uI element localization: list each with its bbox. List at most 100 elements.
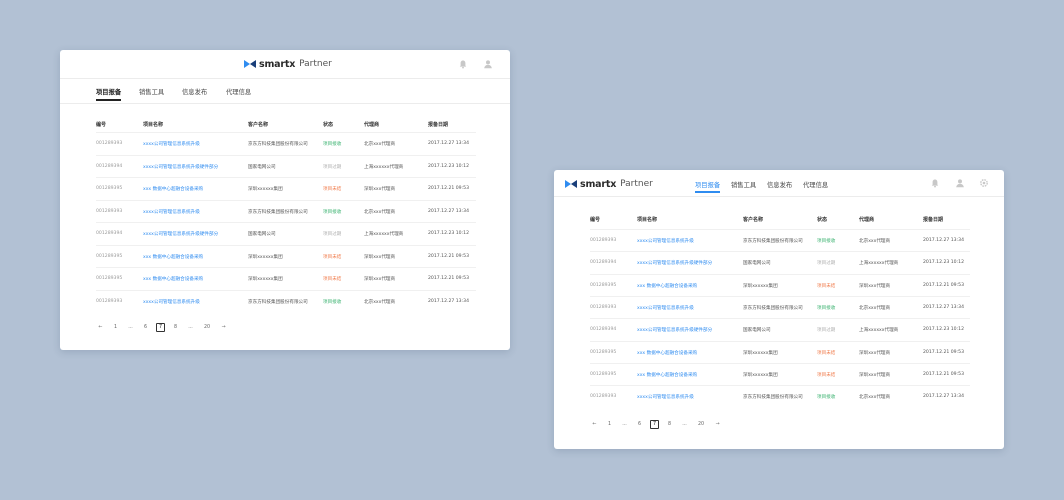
cell-project-name-link[interactable]: xxxx公司管理信息系统升级 [637,305,694,311]
cell-agent: 深圳xxx代理商 [859,283,891,289]
cell-status-badge: 项目过期 [323,164,342,170]
cell-status-badge: 项目接收 [323,142,342,148]
table-row[interactable]: 001289393 xxxx公司管理信息系统升级 京东方科技集团股份有限公司 项目接收… [590,385,970,408]
brand-logo[interactable]: smartx Partner [565,178,653,190]
cell-status-badge: 项目未结 [323,187,342,193]
tab-project-report[interactable]: 项目报备 [96,87,122,101]
bell-icon[interactable] [930,178,940,188]
cell-project-name-link[interactable]: xxxx公司管理信息系统升级硬件部分 [143,164,218,170]
cell-date: 2017.12.23 10:12 [923,327,965,333]
user-icon[interactable] [955,178,965,188]
col-customer-header: 客户名称 [743,217,764,223]
cell-date: 2017.12.27 13:34 [923,394,965,400]
cell-agent: 上海xxxxxx代理商 [364,164,404,170]
cell-project-name-link[interactable]: xxx 数据中心超融合设备采购 [143,254,203,260]
cell-project-name-link[interactable]: xxxx公司管理信息系统升级硬件部分 [637,327,712,333]
pagination-ellipsis: ... [188,325,193,330]
pagination-prev-arrow[interactable]: ← [590,420,599,429]
user-icon[interactable] [483,59,493,69]
brand-suffix: Partner [620,179,653,189]
table-row[interactable]: 001289394 xxxx公司管理信息系统升级硬件部分 国家电网公司 项目过期 上海x… [590,318,970,341]
cell-agent: 北京xxx代理商 [364,299,396,305]
table-row[interactable]: 001289393 xxxx公司管理信息系统升级 京东方科技集团股份有限公司 项目接收… [590,295,970,319]
settings-icon[interactable] [979,178,989,188]
table-row[interactable]: 001289394 xxxx公司管理信息系统升级硬件部分 国家电网公司 项目过期 上海x… [96,222,476,246]
cell-project-name-link[interactable]: xxx 数据中心超融合设备采购 [637,372,697,378]
tab-info-publish[interactable]: 信息发布 [767,180,792,189]
cell-date: 2017.12.27 13:34 [923,238,965,244]
cell-project-name-link[interactable]: xxx 数据中心超融合设备采购 [637,283,697,289]
table-row[interactable]: 001289395 xxx 数据中心超融合设备采购 深圳xxxxxx集团 项目未结 深圳… [590,273,970,297]
col-status-header: 状态 [323,122,334,128]
tab-sales-tools[interactable]: 销售工具 [731,180,756,189]
col-code-header: 编号 [590,217,601,223]
cell-agent: 北京xxx代理商 [364,142,396,148]
tab-project-report[interactable]: 项目报备 [695,180,721,193]
cell-project-name-link[interactable]: xxxx公司管理信息系统升级硬件部分 [143,231,218,237]
tab-agent-info[interactable]: 代理信息 [803,180,828,189]
table-row[interactable]: 001289393 xxxx公司管理信息系统升级 京东方科技集团股份有限公司 项目接收… [96,132,476,156]
table-row[interactable]: 001289393 xxxx公司管理信息系统升级 京东方科技集团股份有限公司 项目接收… [96,199,476,224]
cell-customer: 深圳xxxxxx集团 [248,187,283,193]
brand-logo[interactable]: smartx Partner [244,58,332,70]
cell-project-name-link[interactable]: xxx 数据中心超融合设备采购 [637,350,697,356]
tab-agent-info[interactable]: 代理信息 [226,87,251,96]
tab-sales-tools[interactable]: 销售工具 [139,87,164,96]
col-name-header: 项目名称 [637,217,658,223]
col-status-header: 状态 [817,217,828,223]
cell-project-name-link[interactable]: xxxx公司管理信息系统升级 [143,209,200,215]
brand-name: smartx [259,58,296,70]
table-row[interactable]: 001289394 xxxx公司管理信息系统升级硬件部分 国家电网公司 项目过期 上海x… [590,251,970,274]
app-header: smartx Partner 项目报备 销售工具 信息发布 代理信息 [554,170,1004,198]
pagination-page[interactable]: 20 [201,323,213,332]
cell-date: 2017.12.27 13:34 [428,298,470,304]
cell-agent: 深圳xxx代理商 [364,277,396,283]
cell-project-name-link[interactable]: xxx 数据中心超融合设备采购 [143,186,203,192]
pagination-page[interactable]: 20 [695,420,707,429]
table-row[interactable]: 001289395 xxx 数据中心超融合设备采购 深圳xxxxxx集团 项目未结 深圳… [590,340,970,364]
cell-project-name-link[interactable]: xxx 数据中心超融合设备采购 [143,276,203,282]
cell-date: 2017.12.21 09:53 [923,349,965,355]
pagination-next-arrow[interactable]: → [219,323,228,332]
screen-variant-2: smartx Partner 项目报备 销售工具 信息发布 代理信息 编号 项目… [554,170,1004,449]
pagination-prev-arrow[interactable]: ← [96,323,105,332]
table-row[interactable]: 001289395 xxx 数据中心超融合设备采购 深圳xxxxxx集团 项目未结 深圳… [96,177,476,201]
cell-status-badge: 项目过期 [817,261,836,267]
pagination-page[interactable]: 6 [141,323,150,332]
pagination-page[interactable]: 8 [171,323,180,332]
table-row[interactable]: 001289395 xxx 数据中心超融合设备采购 深圳xxxxxx集团 项目未结 深圳… [96,267,476,291]
bell-icon[interactable] [458,59,468,69]
cell-project-name-link[interactable]: xxxx公司管理信息系统升级 [143,141,200,147]
cell-agent: 上海xxxxxx代理商 [859,328,899,334]
cell-code: 001289393 [590,305,617,311]
pagination-page[interactable]: 8 [665,420,674,429]
cell-date: 2017.12.21 09:53 [923,282,965,288]
table-row[interactable]: 001289393 xxxx公司管理信息系统升级 京东方科技集团股份有限公司 项目接收… [96,289,476,314]
table-row[interactable]: 001289393 xxxx公司管理信息系统升级 京东方科技集团股份有限公司 项目接收… [590,229,970,252]
tab-info-publish[interactable]: 信息发布 [182,87,207,96]
cell-customer: 京东方科技集团股份有限公司 [248,209,308,215]
cell-project-name-link[interactable]: xxxx公司管理信息系统升级 [637,394,694,400]
cell-code: 001289393 [590,238,617,244]
pagination-current-page[interactable]: 7 [650,420,659,429]
cell-agent: 北京xxx代理商 [859,306,891,312]
col-date-header: 报备日期 [428,122,449,128]
cell-project-name-link[interactable]: xxxx公司管理信息系统升级 [637,238,694,244]
pagination-page[interactable]: 1 [111,323,120,332]
cell-agent: 北京xxx代理商 [364,209,396,215]
cell-status-badge: 项目未结 [817,283,836,289]
cell-code: 001289394 [96,231,123,237]
table-row[interactable]: 001289394 xxxx公司管理信息系统升级硬件部分 国家电网公司 项目过期 上海x… [96,154,476,179]
nav-tabs: 项目报备 销售工具 信息发布 代理信息 [96,87,476,101]
cell-project-name-link[interactable]: xxxx公司管理信息系统升级硬件部分 [637,260,712,266]
pagination-page[interactable]: 1 [605,420,614,429]
pagination-current-page[interactable]: 7 [156,323,165,332]
pagination-next-arrow[interactable]: → [713,420,722,429]
pagination-page[interactable]: 6 [635,420,644,429]
cell-status-badge: 项目过期 [817,328,836,334]
table-row[interactable]: 001289395 xxx 数据中心超融合设备采购 深圳xxxxxx集团 项目未结 深圳… [96,244,476,269]
cell-code: 001289395 [96,186,123,192]
cell-agent: 北京xxx代理商 [859,395,891,401]
table-row[interactable]: 001289395 xxx 数据中心超融合设备采购 深圳xxxxxx集团 项目未结 深圳… [590,362,970,386]
cell-project-name-link[interactable]: xxxx公司管理信息系统升级 [143,299,200,305]
